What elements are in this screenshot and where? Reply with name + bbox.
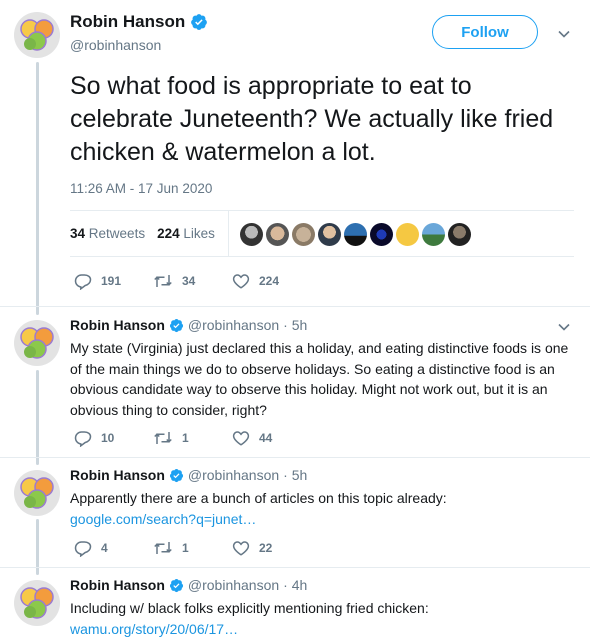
like-icon (232, 431, 250, 446)
chevron-down-icon[interactable] (557, 320, 571, 334)
reply-icon (74, 274, 92, 290)
retweet-count: 1 (182, 541, 189, 555)
author-name[interactable]: Robin Hanson (70, 12, 208, 32)
reply-age[interactable]: · 5h (283, 467, 307, 483)
reply-header: Robin Hanson @robinhanson · 5h (70, 467, 307, 483)
reply-link[interactable]: google.com/search?q=junet… (70, 509, 570, 530)
tweet-actions: 10 1 44 (74, 429, 311, 447)
avatar[interactable] (14, 580, 60, 626)
reply-text-block: Apparently there are a bunch of articles… (70, 488, 570, 529)
reply-action[interactable]: 191 (74, 272, 153, 290)
like-action[interactable]: 22 (232, 539, 311, 557)
reply-age[interactable]: · 4h (283, 577, 307, 593)
reply-handle[interactable]: @robinhanson (188, 577, 279, 593)
retweet-action[interactable]: 1 (153, 429, 232, 447)
like-action[interactable]: 224 (232, 272, 311, 290)
likes-label: Likes (183, 226, 215, 241)
reply-handle[interactable]: @robinhanson (188, 467, 279, 483)
like-count: 44 (259, 431, 273, 445)
reply-header: Robin Hanson @robinhanson · 4h (70, 577, 307, 593)
retweet-icon (154, 432, 172, 444)
reply-action[interactable]: 10 (74, 429, 153, 447)
verified-badge-icon (190, 13, 208, 31)
thread-line-1 (36, 62, 39, 315)
verified-badge-icon (169, 578, 184, 593)
reply-handle[interactable]: @robinhanson (188, 317, 279, 333)
retweet-icon (154, 542, 172, 554)
reply-text-block: Including w/ black folks explicitly ment… (70, 598, 570, 639)
reply-icon (74, 541, 92, 557)
liker-avatar[interactable] (240, 223, 263, 246)
retweet-action[interactable]: 34 (153, 272, 232, 290)
liker-avatar[interactable] (370, 223, 393, 246)
reply-count: 191 (101, 274, 122, 288)
retweet-action[interactable]: 1 (153, 539, 232, 557)
retweets-label: Retweets (88, 226, 146, 241)
follow-button[interactable]: Follow (432, 15, 538, 49)
liker-avatar[interactable] (266, 223, 289, 246)
avatar[interactable] (14, 320, 60, 366)
retweets-count: 34 (70, 226, 86, 241)
reply-header: Robin Hanson @robinhanson · 5h (70, 317, 307, 333)
stats-separator (228, 210, 229, 256)
liker-avatar[interactable] (422, 223, 445, 246)
reply-author-name[interactable]: Robin Hanson (70, 317, 165, 333)
reply-count: 10 (101, 431, 115, 445)
reply-action[interactable]: 4 (74, 539, 153, 557)
like-icon (232, 274, 250, 289)
reply-text: Including w/ black folks explicitly ment… (70, 600, 429, 616)
liker-avatar[interactable] (344, 223, 367, 246)
avatar[interactable] (14, 470, 60, 516)
retweets-stat[interactable]: 34 Retweets (70, 226, 145, 241)
like-count: 224 (259, 274, 280, 288)
reply-age[interactable]: · 5h (283, 317, 307, 333)
retweet-count: 1 (182, 431, 189, 445)
author-handle[interactable]: @robinhanson (70, 37, 161, 53)
retweet-count: 34 (182, 274, 196, 288)
avatar[interactable] (14, 12, 60, 58)
reply-text: Apparently there are a bunch of articles… (70, 490, 447, 506)
tweet-actions: 191 34 224 (74, 272, 311, 290)
engagement-stats: 34 Retweets 224 Likes (70, 226, 215, 241)
reply-count: 4 (101, 541, 108, 555)
liker-avatar[interactable] (448, 223, 471, 246)
divider (0, 457, 590, 458)
likes-stat[interactable]: 224 Likes (157, 226, 215, 241)
reply-icon (74, 431, 92, 447)
reply-link[interactable]: wamu.org/story/20/06/17… (70, 619, 570, 640)
author-name-text: Robin Hanson (70, 12, 186, 31)
likes-count: 224 (157, 226, 180, 241)
reply-author-name[interactable]: Robin Hanson (70, 577, 165, 593)
tweet-timestamp[interactable]: 11:26 AM - 17 Jun 2020 (70, 181, 212, 196)
like-icon (232, 541, 250, 556)
verified-badge-icon (169, 468, 184, 483)
like-count: 22 (259, 541, 273, 555)
chevron-down-icon[interactable] (557, 27, 571, 41)
divider (70, 210, 574, 211)
like-action[interactable]: 44 (232, 429, 311, 447)
liker-avatar[interactable] (396, 223, 419, 246)
divider (70, 256, 574, 257)
verified-badge-icon (169, 318, 184, 333)
liker-avatar[interactable] (318, 223, 341, 246)
tweet-text: So what food is appropriate to eat to ce… (70, 72, 554, 166)
retweet-icon (154, 275, 172, 287)
liker-avatar[interactable] (292, 223, 315, 246)
tweet-actions: 4 1 22 (74, 539, 311, 557)
divider (0, 567, 590, 568)
divider (0, 306, 590, 307)
thread-line-2 (36, 370, 39, 465)
reply-author-name[interactable]: Robin Hanson (70, 467, 165, 483)
reply-text: My state (Virginia) just declared this a… (70, 340, 569, 418)
liker-avatars (240, 223, 471, 246)
